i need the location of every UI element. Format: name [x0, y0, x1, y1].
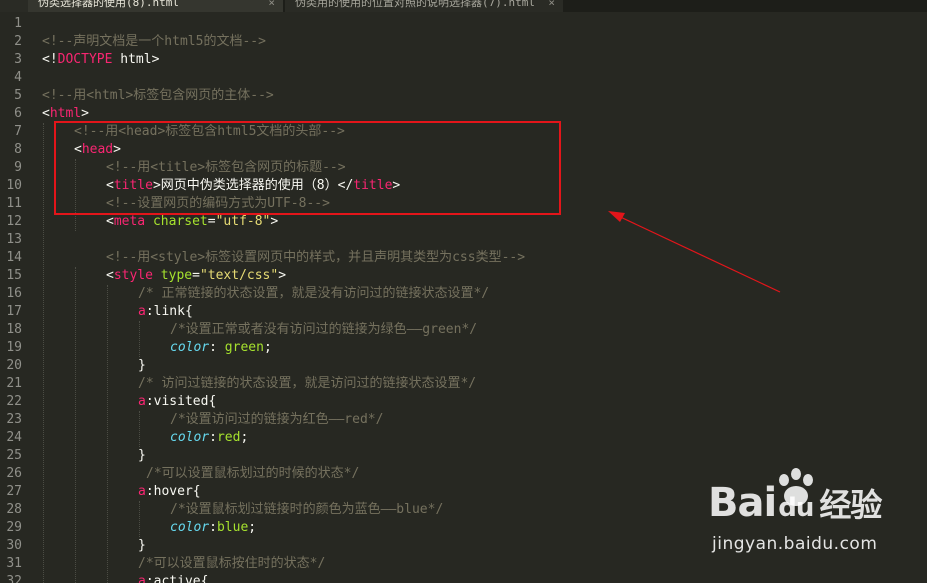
watermark-url: jingyan.baidu.com — [712, 534, 878, 554]
editor-window: 伪类选择器的使用(8).html × 伪类用的使用的位置对照的说明选择器(7).… — [0, 0, 927, 583]
watermark-brand: Baidu 经验 — [708, 474, 882, 532]
watermark-brand-left: Bai — [708, 480, 777, 526]
watermark-brand-cn: 经验 — [819, 486, 882, 524]
baidu-watermark: Baidu 经验 jingyan.baidu.com — [706, 468, 882, 566]
watermark-brand-du: du — [778, 493, 814, 523]
